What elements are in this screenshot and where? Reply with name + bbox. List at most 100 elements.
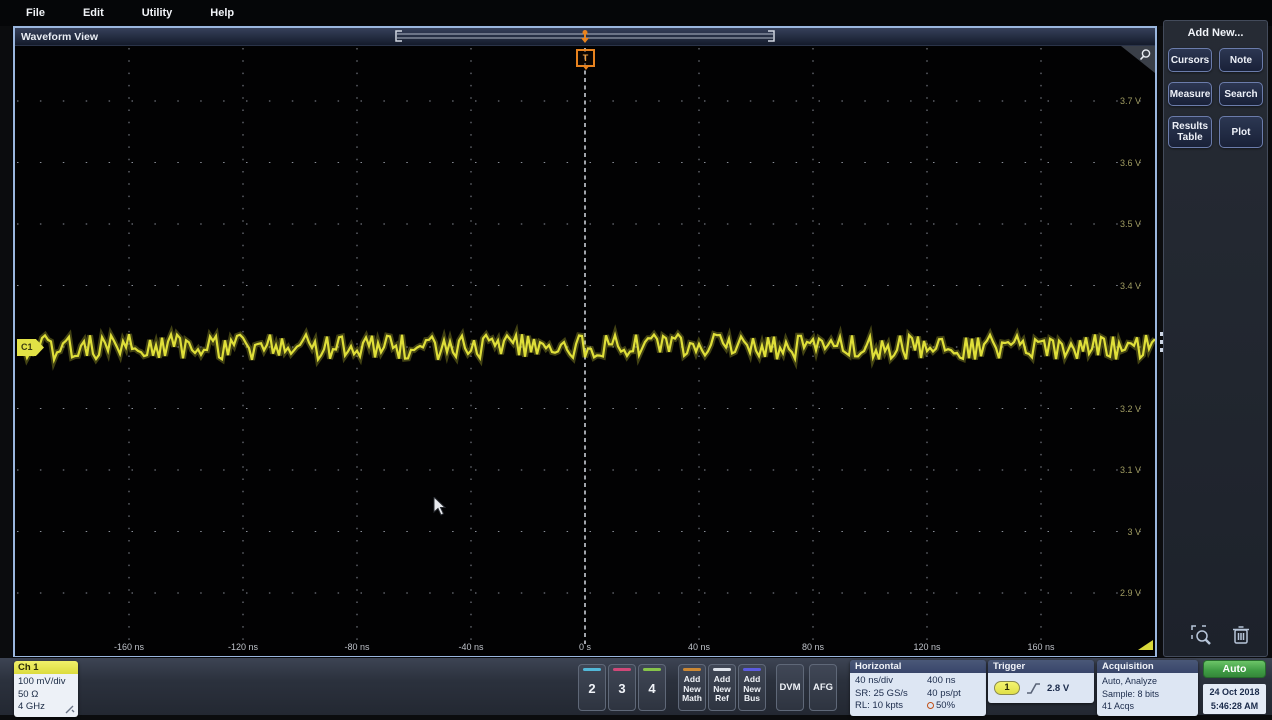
y-axis-tick-label: 3.5 V — [1101, 219, 1141, 229]
horizontal-value: 50% — [927, 700, 955, 713]
menu-item-file[interactable]: File — [22, 5, 49, 21]
x-axis-tick-label: 160 ns — [1027, 642, 1054, 652]
datetime-display: 24 Oct 2018 5:46:28 AM — [1203, 684, 1266, 714]
y-axis-tick-label: 3 V — [1101, 527, 1141, 537]
trigger-panel[interactable]: Trigger 1 2.8 V — [988, 660, 1094, 703]
channel-color-stripe — [643, 668, 661, 671]
y-axis-tick-label: 3.1 V — [1101, 465, 1141, 475]
y-axis-tick-label: 2.9 V — [1101, 588, 1141, 598]
x-axis-tick-label: 120 ns — [913, 642, 940, 652]
channel-color-stripe — [683, 668, 701, 671]
channel-4-button[interactable]: 4 — [638, 664, 666, 711]
date-text: 24 Oct 2018 — [1203, 685, 1266, 699]
horizontal-panel[interactable]: Horizontal 40 ns/div400 nsSR: 25 GS/s40 … — [850, 660, 986, 716]
sidebar-icon-row — [1164, 622, 1267, 648]
horizontal-value: 40 ps/pt — [927, 688, 961, 701]
channel-color-stripe — [583, 668, 601, 671]
acquisition-header: Acquisition — [1097, 660, 1198, 673]
y-axis-tick-label: 3.7 V — [1101, 96, 1141, 106]
bottom-bar: Ch 1 100 mV/div50 Ω4 GHz 234AddNewMathAd… — [0, 658, 1272, 715]
magnifier-icon — [1138, 48, 1152, 62]
horizontal-value: RL: 10 kpts — [855, 700, 927, 713]
button-label: AFG — [810, 682, 836, 693]
time-text: 5:46:28 AM — [1203, 699, 1266, 713]
channel-color-stripe — [713, 668, 731, 671]
horizontal-value: 40 ns/div — [855, 675, 927, 688]
channel-2-button[interactable]: 2 — [578, 664, 606, 711]
add-new-header: Add New... — [1164, 27, 1267, 39]
button-label: 3 — [609, 681, 635, 696]
x-axis-tick-label: 0 s — [579, 642, 591, 652]
acquisition-sample: Sample: 8 bits — [1102, 688, 1193, 701]
x-axis-tick-label: -40 ns — [458, 642, 483, 652]
horizontal-settings: 40 ns/div400 nsSR: 25 GS/s40 ps/ptRL: 10… — [850, 673, 986, 716]
add-new-bus-button[interactable]: AddNewBus — [738, 664, 766, 711]
menu-item-utility[interactable]: Utility — [138, 5, 177, 21]
trigger-level: 2.8 V — [1047, 683, 1069, 694]
run-mode-auto-button[interactable]: Auto — [1203, 660, 1266, 678]
waveform-view: Waveform View C1 T 3.7 V3.6 V3.5 V3.4 V3… — [13, 26, 1157, 657]
acquisition-settings: Auto, Analyze Sample: 8 bits 41 Acqs — [1097, 673, 1198, 716]
x-axis-tick-label: -80 ns — [344, 642, 369, 652]
sidebar-button-grid: Cursors Note Measure Search Results TablePlo… — [1164, 48, 1267, 148]
x-axis-tick-label: 40 ns — [688, 642, 710, 652]
button-label: 4 — [639, 681, 665, 696]
channel-color-stripe — [743, 668, 761, 671]
x-axis-tick-label: -160 ns — [114, 642, 144, 652]
add-new-ref-button[interactable]: AddNewRef — [708, 664, 736, 711]
channel1-setting: 100 mV/div — [18, 676, 74, 689]
x-axis-tick-label: 80 ns — [802, 642, 824, 652]
trigger-flag-icon[interactable]: T — [576, 49, 595, 67]
channel1-badge-label: Ch 1 — [14, 661, 78, 674]
plot-button[interactable]: Plot — [1219, 116, 1263, 148]
trigger-settings: 1 2.8 V — [988, 673, 1094, 703]
waveform-trace-ch1 — [15, 46, 1155, 656]
button-label: DVM — [777, 682, 803, 693]
channel1-badge-settings: 100 mV/div50 Ω4 GHz — [14, 674, 78, 717]
probe-icon — [65, 705, 75, 714]
horizontal-value: 400 ns — [927, 675, 956, 688]
note-button[interactable]: Note — [1219, 48, 1263, 72]
acquisition-mode: Auto, Analyze — [1102, 675, 1193, 688]
search-button[interactable]: Search — [1219, 82, 1263, 106]
zoom-select-icon[interactable] — [1190, 624, 1214, 648]
acquisition-panel[interactable]: Acquisition Auto, Analyze Sample: 8 bits… — [1097, 660, 1198, 716]
button-label: AddNewBus — [739, 675, 765, 704]
measure-button[interactable]: Measure — [1168, 82, 1212, 106]
channel-3-button[interactable]: 3 — [608, 664, 636, 711]
right-sidebar: Add New... Cursors Note Measure Search Resul… — [1163, 20, 1268, 657]
plot-area[interactable]: C1 T 3.7 V3.6 V3.5 V3.4 V3.2 V3.1 V3 V2.… — [15, 46, 1155, 656]
menu-bar: File Edit Utility Help — [0, 0, 1272, 26]
menu-item-help[interactable]: Help — [206, 5, 238, 21]
add-new-math-button[interactable]: AddNewMath — [678, 664, 706, 711]
expansion-point-icon — [927, 702, 934, 709]
acquisition-window-bracket[interactable] — [394, 29, 776, 43]
trigger-source-badge: 1 — [994, 681, 1020, 695]
y-axis-tick-label: 3.4 V — [1101, 281, 1141, 291]
button-label: AddNewRef — [709, 675, 735, 704]
trigger-position-marker — [581, 31, 589, 44]
menu-item-edit[interactable]: Edit — [79, 5, 108, 21]
channel-color-stripe — [613, 668, 631, 671]
horizontal-row: RL: 10 kpts50% — [855, 700, 981, 713]
acquisition-count: 41 Acqs — [1102, 700, 1193, 713]
trigger-header: Trigger — [988, 660, 1094, 673]
waveform-view-header[interactable]: Waveform View — [15, 28, 1155, 46]
channel1-setting: 50 Ω — [18, 689, 74, 702]
channel1-badge[interactable]: Ch 1 100 mV/div50 Ω4 GHz — [14, 661, 78, 717]
rising-edge-icon — [1026, 682, 1041, 695]
button-label: 2 — [579, 681, 605, 696]
horizontal-header: Horizontal — [850, 660, 986, 673]
results-table-button[interactable]: Results Table — [1168, 116, 1212, 148]
cursors-button[interactable]: Cursors — [1168, 48, 1212, 72]
button-label: AddNewMath — [679, 675, 705, 704]
trash-icon[interactable] — [1231, 624, 1251, 646]
horizontal-row: SR: 25 GS/s40 ps/pt — [855, 688, 981, 701]
afg-button[interactable]: AFG — [809, 664, 837, 711]
dvm-button[interactable]: DVM — [776, 664, 804, 711]
y-axis-tick-label: 3.2 V — [1101, 404, 1141, 414]
waveform-view-title: Waveform View — [15, 31, 98, 43]
horizontal-row: 40 ns/div400 ns — [855, 675, 981, 688]
y-axis-tick-label: 3.6 V — [1101, 158, 1141, 168]
x-axis-tick-label: -120 ns — [228, 642, 258, 652]
